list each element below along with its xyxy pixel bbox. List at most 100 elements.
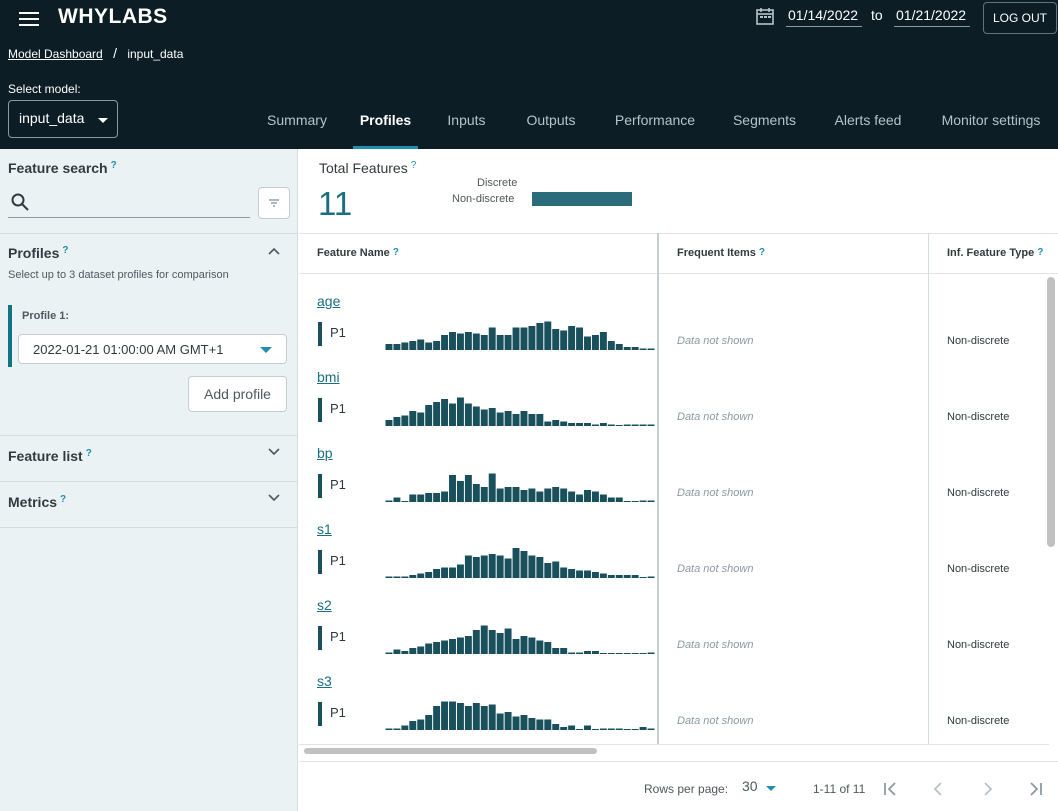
histogram-bar: [591, 572, 599, 578]
help-icon[interactable]: ?: [111, 160, 117, 171]
histogram-bar: [591, 491, 599, 502]
chevron-down-icon[interactable]: [268, 494, 280, 502]
tab-inputs[interactable]: Inputs: [440, 100, 493, 149]
histogram-bar: [647, 576, 655, 578]
model-select[interactable]: input_data: [8, 100, 118, 138]
profile-1-select[interactable]: 2022-01-21 01:00:00 AM GMT+1: [18, 334, 287, 364]
horizontal-scrollbar[interactable]: [299, 744, 1049, 755]
chevron-up-icon[interactable]: [268, 247, 280, 255]
tab-monitor-settings[interactable]: Monitor settings: [934, 100, 1048, 149]
histogram-bar: [417, 573, 425, 578]
col-frequent-items[interactable]: Frequent Items?: [677, 247, 765, 259]
vertical-scrollbar[interactable]: [1047, 277, 1055, 547]
calendar-icon[interactable]: [755, 6, 775, 26]
next-page-icon[interactable]: [975, 777, 999, 801]
histogram-bar: [385, 728, 393, 730]
logout-button[interactable]: LOG OUT: [983, 2, 1057, 34]
histogram-bar: [456, 481, 464, 502]
histogram-bar: [560, 648, 568, 654]
histogram-bar: [456, 637, 464, 654]
tab-performance[interactable]: Performance: [608, 100, 702, 149]
help-icon[interactable]: ?: [62, 245, 68, 256]
histogram-bar: [615, 728, 623, 730]
feature-list-title: Feature list?: [8, 448, 92, 464]
last-page-icon[interactable]: [1023, 777, 1047, 801]
tab-segments[interactable]: Segments: [726, 100, 803, 149]
histogram-bar: [512, 414, 520, 426]
frequent-items-cell: Data not shown: [677, 639, 754, 651]
histogram-bar: [560, 330, 568, 350]
feature-search-title: Feature search?: [8, 160, 117, 176]
tab-outputs[interactable]: Outputs: [518, 100, 584, 149]
histogram-bar: [472, 406, 480, 426]
histogram-bar: [441, 491, 449, 502]
first-page-icon[interactable]: [879, 777, 903, 801]
help-icon[interactable]: ?: [393, 247, 399, 258]
col-feature-name[interactable]: Feature Name?: [317, 247, 399, 259]
histogram-bar: [607, 728, 615, 730]
date-to-input[interactable]: 01/21/2022: [894, 5, 970, 27]
histogram-bar: [464, 475, 472, 502]
histogram-bar: [520, 490, 528, 502]
feature-search-input[interactable]: [8, 189, 250, 218]
tab-summary[interactable]: Summary: [254, 100, 340, 149]
menu-icon[interactable]: [19, 10, 39, 26]
histogram-bar: [639, 424, 647, 426]
histogram-bar: [552, 329, 560, 350]
histogram-bar: [449, 701, 456, 730]
histogram-bar: [488, 704, 496, 730]
histogram-bar: [599, 573, 607, 578]
filter-button[interactable]: [258, 187, 290, 219]
help-icon[interactable]: ?: [1037, 247, 1043, 258]
histogram-bar: [441, 701, 449, 730]
feature-type-cell: Non-discrete: [947, 411, 1010, 423]
histogram-bar: [568, 569, 576, 578]
total-features-label: Total Features?: [319, 160, 416, 176]
feature-name-link[interactable]: s2: [317, 597, 332, 613]
scrollbar-thumb[interactable]: [304, 748, 597, 754]
histogram-bar: [409, 494, 417, 502]
histogram-bar: [584, 490, 591, 502]
date-from-input[interactable]: 01/14/2022: [786, 5, 862, 27]
histogram-bar: [599, 423, 607, 426]
feature-name-link[interactable]: s1: [317, 521, 332, 537]
feature-name-link[interactable]: bp: [317, 445, 333, 461]
histogram-bar: [433, 341, 441, 350]
breadcrumb-model-dashboard[interactable]: Model Dashboard: [8, 47, 103, 61]
feature-name-link[interactable]: age: [317, 293, 340, 309]
add-profile-button[interactable]: Add profile: [188, 376, 287, 412]
histogram-bar: [496, 633, 504, 654]
feature-list-section[interactable]: Feature list?: [0, 436, 298, 482]
histogram-bar: [576, 327, 584, 350]
rows-per-page-select[interactable]: 30: [742, 778, 777, 800]
chevron-down-icon[interactable]: [268, 448, 280, 456]
histogram-bar: [464, 636, 472, 654]
histogram-bar: [393, 576, 401, 578]
help-icon[interactable]: ?: [60, 494, 66, 505]
feature-name-link[interactable]: bmi: [317, 369, 340, 385]
select-model-label: Select model:: [8, 82, 81, 96]
histogram-bar: [409, 411, 417, 426]
metrics-section[interactable]: Metrics?: [0, 482, 298, 528]
histogram-bar: [504, 628, 512, 654]
histogram-bar: [401, 725, 409, 730]
histogram-bar: [544, 642, 552, 654]
help-icon[interactable]: ?: [411, 160, 417, 171]
main-content: Total Features? 11 Discrete Non-discrete…: [299, 149, 1058, 811]
histogram-bar: [433, 493, 441, 502]
histogram-bar: [433, 642, 441, 654]
help-icon[interactable]: ?: [86, 448, 92, 459]
feature-type-cell: Non-discrete: [947, 715, 1010, 727]
help-icon[interactable]: ?: [759, 247, 765, 258]
frequent-items-cell: Data not shown: [677, 715, 754, 727]
tab-alerts-feed[interactable]: Alerts feed: [826, 100, 910, 149]
histogram-bar: [480, 555, 488, 578]
feature-name-link[interactable]: s3: [317, 673, 332, 689]
histogram-bar: [488, 630, 496, 654]
histogram-bar: [576, 652, 584, 654]
profiles-title: Profiles?: [8, 245, 68, 261]
tab-profiles[interactable]: Profiles: [353, 100, 418, 149]
histogram-bar: [560, 421, 568, 426]
col-inf-feature-type[interactable]: Inf. Feature Type?: [947, 247, 1043, 259]
prev-page-icon[interactable]: [927, 777, 951, 801]
